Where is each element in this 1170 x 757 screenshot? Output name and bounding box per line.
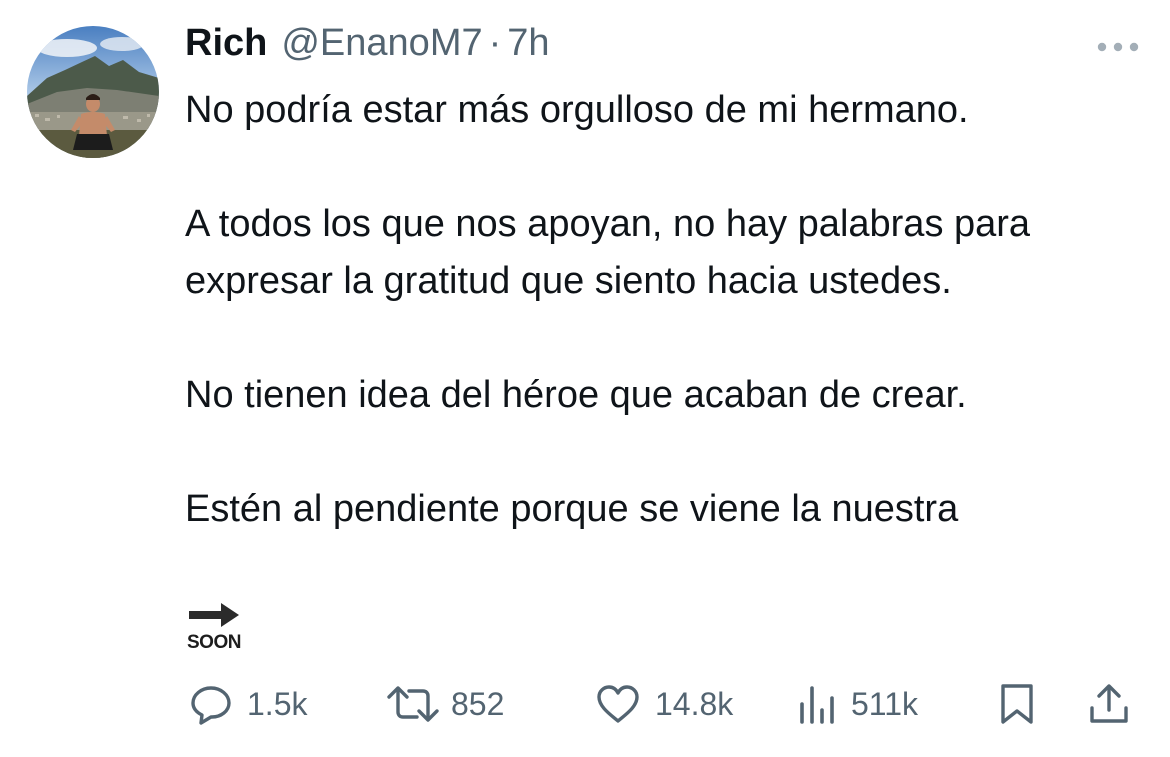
soon-arrow-icon — [189, 603, 239, 627]
separator-dot: · — [488, 22, 502, 64]
like-button[interactable]: 14.8k — [595, 680, 733, 728]
share-icon — [1090, 684, 1128, 723]
more-options-button[interactable] — [1096, 40, 1140, 52]
author-handle[interactable]: @EnanoM7 — [281, 22, 482, 65]
retweet-count: 852 — [451, 685, 505, 722]
reply-button[interactable]: 1.5k — [189, 680, 307, 728]
avatar-image — [27, 26, 159, 158]
reply-count: 1.5k — [247, 685, 308, 722]
avatar[interactable] — [27, 26, 159, 158]
tweet: Rich @EnanoM7 · 7h No podría estar más o… — [0, 0, 1170, 757]
tweet-paragraph: Estén al pendiente porque se viene la nu… — [185, 488, 959, 530]
tweet-header: Rich @EnanoM7 · 7h — [185, 22, 550, 72]
bookmark-button[interactable] — [997, 680, 1037, 728]
heart-icon — [597, 685, 639, 723]
bookmark-icon — [1001, 684, 1033, 724]
retweet-button[interactable]: 852 — [385, 680, 504, 728]
soon-label: SOON — [187, 632, 241, 653]
like-count: 14.8k — [655, 685, 734, 722]
share-button[interactable] — [1087, 680, 1131, 728]
author-name[interactable]: Rich — [185, 22, 267, 65]
reply-icon — [191, 686, 231, 725]
views-chart-icon — [800, 686, 834, 724]
soon-arrow-emoji: SOON — [185, 600, 247, 654]
tweet-paragraph: No tienen idea del héroe que acaban de c… — [185, 374, 967, 416]
tweet-timestamp[interactable]: 7h — [507, 22, 549, 65]
views-count: 511k — [851, 685, 919, 722]
more-horizontal-icon — [1097, 42, 1139, 52]
views-button[interactable]: 511k — [797, 680, 918, 728]
tweet-paragraph: No podría estar más orgulloso de mi herm… — [185, 89, 969, 131]
tweet-text: No podría estar más orgulloso de mi herm… — [185, 82, 1145, 538]
tweet-paragraph: A todos los que nos apoyan, no hay palab… — [185, 203, 1031, 302]
retweet-icon — [387, 686, 439, 722]
tweet-actions: 1.5k 852 14.8k 511k — [185, 680, 1145, 728]
